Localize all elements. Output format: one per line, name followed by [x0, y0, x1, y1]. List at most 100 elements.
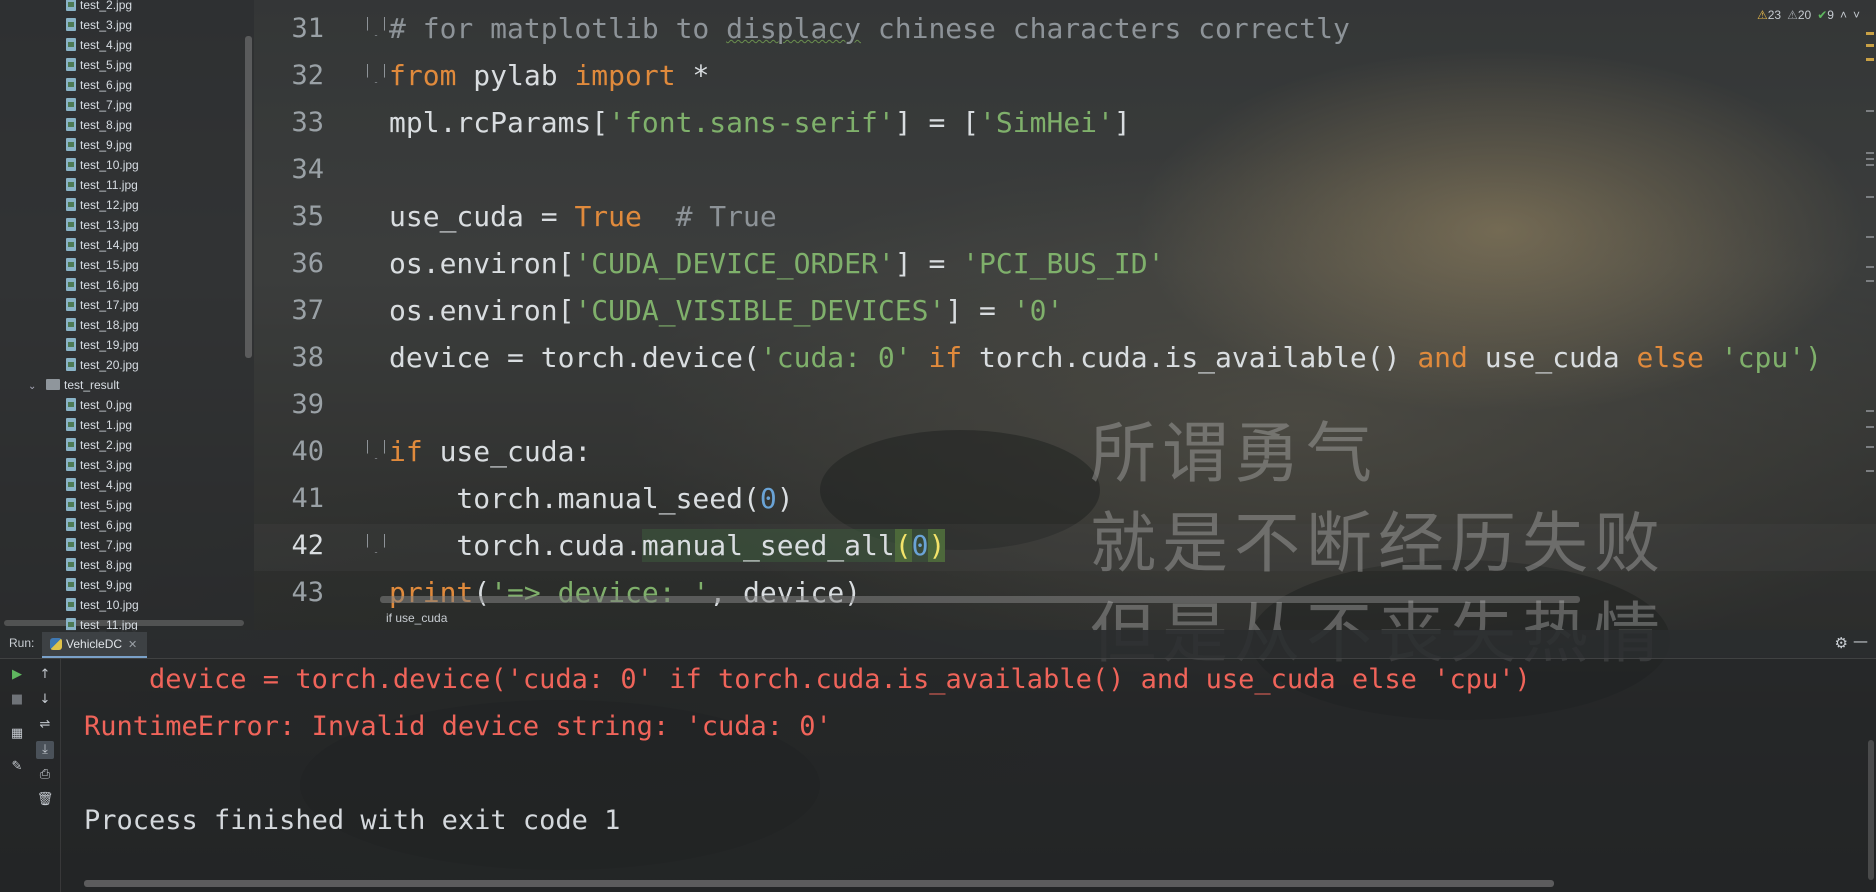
code-line[interactable]: if use_cuda: [389, 428, 591, 475]
stop-icon[interactable]: ■ [8, 691, 26, 709]
chevron-down-icon[interactable]: ⌄ [28, 377, 38, 397]
line-number[interactable]: 41 [254, 475, 324, 522]
tree-file-item[interactable]: test_7.jpg [66, 95, 132, 115]
error-stripe-marker[interactable] [1866, 32, 1874, 35]
code-line[interactable]: from pylab import * [389, 52, 709, 99]
rerun-play-icon[interactable]: ▶ [8, 666, 26, 684]
line-number[interactable]: 32 [254, 52, 324, 99]
tree-file-item[interactable]: test_19.jpg [66, 335, 139, 355]
tree-file-item[interactable]: test_7.jpg [66, 535, 132, 555]
console-output-line[interactable]: Process finished with exit code 1 [84, 801, 620, 841]
scroll-down-arrow-icon[interactable]: ↓ [36, 691, 54, 709]
error-stripe-marker[interactable] [1866, 410, 1874, 412]
tree-file-item[interactable]: test_5.jpg [66, 55, 132, 75]
tree-file-item[interactable]: test_11.jpg [66, 175, 138, 195]
error-stripe-marker[interactable] [1866, 426, 1874, 428]
inspections-widget[interactable]: ⚠23 ⚠20 ✔9 ˄ ˅ [1757, 8, 1860, 22]
error-stripe-marker[interactable] [1866, 152, 1874, 154]
ok-count[interactable]: ✔9 [1817, 8, 1834, 22]
tree-file-item[interactable]: test_15.jpg [66, 255, 139, 275]
tree-file-item[interactable]: test_2.jpg [66, 0, 132, 15]
line-number[interactable]: 38 [254, 334, 324, 381]
error-stripe-marker[interactable] [1866, 110, 1874, 112]
line-number[interactable]: 37 [254, 287, 324, 334]
code-line[interactable]: device = torch.device('cuda: 0' if torch… [389, 334, 1822, 381]
error-stripe-marker[interactable] [1866, 266, 1874, 268]
code-line[interactable]: mpl.rcParams['font.sans-serif'] = ['SimH… [389, 99, 1131, 146]
scroll-to-end-icon[interactable]: ⤓ [36, 741, 54, 759]
tree-file-item[interactable]: test_5.jpg [66, 495, 132, 515]
tree-file-item[interactable]: test_9.jpg [66, 135, 132, 155]
tree-file-item[interactable]: test_9.jpg [66, 575, 132, 595]
tree-file-item[interactable]: test_20.jpg [66, 355, 139, 375]
print-icon[interactable]: ⎙ [36, 766, 54, 784]
tree-file-label: test_1.jpg [80, 418, 133, 432]
code-line[interactable]: # for matplotlib to displacy chinese cha… [389, 5, 1350, 52]
error-stripe-marker[interactable] [1866, 58, 1874, 61]
error-stripe-marker[interactable] [1866, 158, 1874, 160]
tree-file-item[interactable]: test_17.jpg [66, 295, 139, 315]
tree-file-item[interactable]: test_16.jpg [66, 275, 139, 295]
scroll-up-arrow-icon[interactable]: ↑ [36, 666, 54, 684]
tree-file-item[interactable]: test_4.jpg [66, 475, 132, 495]
error-stripe-marker[interactable] [1866, 196, 1874, 198]
error-stripe-marker[interactable] [1866, 446, 1874, 448]
editor-breadcrumb[interactable]: if use_cuda [386, 611, 447, 625]
code-line[interactable]: use_cuda = True # True [389, 193, 777, 240]
warnings-count[interactable]: ⚠23 [1757, 8, 1781, 22]
line-number[interactable]: 31 [254, 5, 324, 52]
tree-file-item[interactable]: test_3.jpg [66, 455, 132, 475]
tree-file-item[interactable]: test_1.jpg [66, 415, 132, 435]
next-highlight-chevron-down-icon[interactable]: ˅ [1853, 8, 1860, 22]
tree-file-item[interactable]: test_0.jpg [66, 395, 132, 415]
line-number[interactable]: 39 [254, 381, 324, 428]
error-stripe-marker[interactable] [1866, 236, 1874, 238]
error-stripe-marker[interactable] [1866, 164, 1874, 166]
line-number[interactable]: 43 [254, 569, 324, 616]
close-tab-icon[interactable]: ✕ [128, 639, 137, 651]
line-number[interactable]: 34 [254, 146, 324, 193]
tree-file-item[interactable]: test_8.jpg [66, 555, 132, 575]
tree-folder-test-result[interactable]: ⌄ test_result [28, 375, 119, 395]
error-stripe-marker[interactable] [1866, 280, 1874, 282]
line-number[interactable]: 36 [254, 240, 324, 287]
console-error-line[interactable]: device = torch.device('cuda: 0' if torch… [84, 660, 1531, 700]
tree-file-item[interactable]: test_6.jpg [66, 515, 132, 535]
tree-file-item[interactable]: test_4.jpg [66, 35, 132, 55]
console-horizontal-scrollbar[interactable] [84, 880, 1554, 887]
layout-icon[interactable]: ▦ [8, 725, 26, 743]
code-line[interactable]: os.environ['CUDA_DEVICE_ORDER'] = 'PCI_B… [389, 240, 1164, 287]
previous-highlight-chevron-up-icon[interactable]: ˄ [1840, 8, 1847, 22]
tree-file-item[interactable]: test_12.jpg [66, 195, 139, 215]
tree-file-item[interactable]: test_10.jpg [66, 155, 139, 175]
code-line[interactable]: os.environ['CUDA_VISIBLE_DEVICES'] = '0' [389, 287, 1063, 334]
tree-file-item[interactable]: test_6.jpg [66, 75, 132, 95]
soft-wrap-icon[interactable]: ⇌ [36, 716, 54, 734]
project-tree-scrollbar[interactable] [245, 36, 252, 358]
code-line[interactable]: torch.cuda.manual_seed_all(0) [389, 522, 946, 569]
line-number[interactable]: 40 [254, 428, 324, 475]
error-stripe-marker[interactable] [1866, 44, 1874, 47]
console-vertical-scrollbar[interactable] [1868, 740, 1874, 880]
line-number[interactable]: 33 [254, 99, 324, 146]
console-error-line[interactable]: RuntimeError: Invalid device string: 'cu… [84, 707, 832, 747]
weak-warnings-count[interactable]: ⚠20 [1787, 8, 1811, 22]
tree-file-item[interactable]: test_3.jpg [66, 15, 132, 35]
minimize-panel-icon[interactable]: — [1853, 632, 1868, 650]
pin-tab-icon[interactable]: ✎ [8, 758, 26, 776]
error-stripe-marker[interactable] [1866, 470, 1874, 472]
tree-file-item[interactable]: test_2.jpg [66, 435, 132, 455]
tree-file-item[interactable]: test_14.jpg [66, 235, 139, 255]
run-tab-vehicledc[interactable]: VehicleDC ✕ [42, 632, 148, 658]
tree-file-item[interactable]: test_13.jpg [66, 215, 139, 235]
tree-file-item[interactable]: test_8.jpg [66, 115, 132, 135]
code-line[interactable]: print('=> device: ', device) [389, 569, 861, 616]
line-number[interactable]: 42 [254, 522, 324, 569]
code-line[interactable]: torch.manual_seed(0) [389, 475, 793, 522]
tree-file-item[interactable]: test_10.jpg [66, 595, 139, 615]
settings-gear-icon[interactable]: ⚙ [1835, 634, 1848, 652]
line-number[interactable]: 35 [254, 193, 324, 240]
tree-file-item[interactable]: test_18.jpg [66, 315, 139, 335]
clear-all-trash-icon[interactable]: 🗑 [36, 791, 54, 809]
code-token: device = torch.device( [389, 341, 760, 374]
